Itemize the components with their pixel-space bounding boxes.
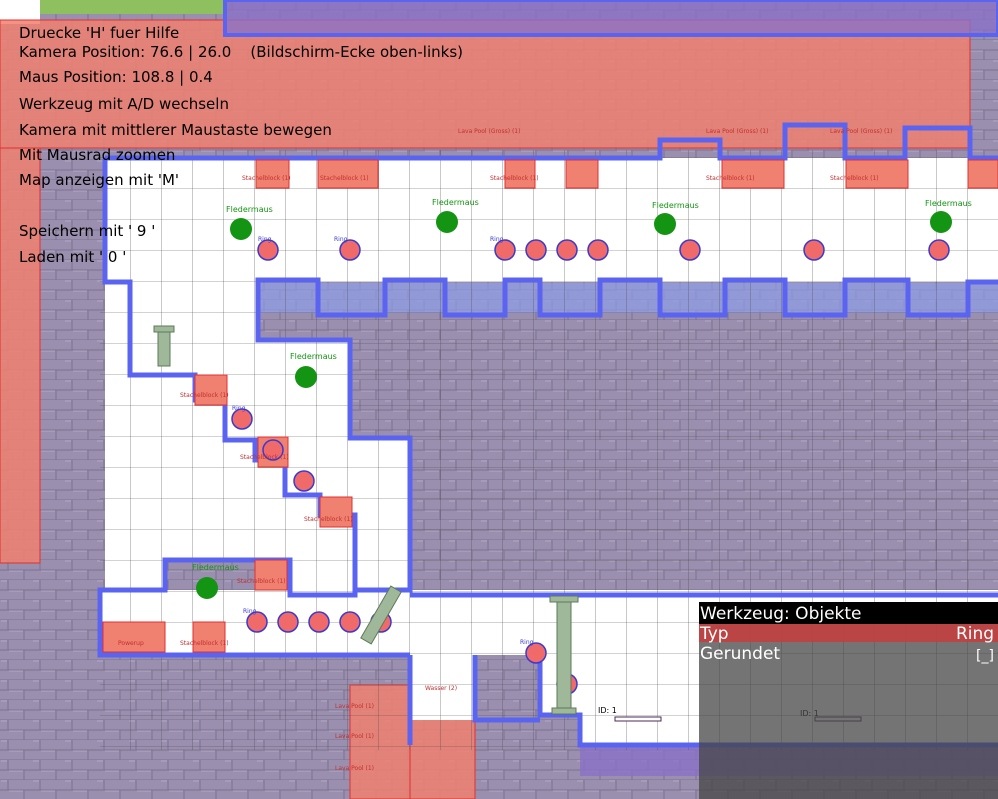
svg-text:Ring: Ring [243, 608, 257, 615]
ring [257, 239, 279, 261]
svg-text:Stachelblock (1): Stachelblock (1) [237, 578, 286, 585]
bat-enemy [930, 211, 952, 233]
svg-text:Stachelblock (1): Stachelblock (1) [320, 175, 369, 182]
svg-text:Fledermaus: Fledermaus [432, 198, 479, 207]
ring [494, 239, 516, 261]
ring [339, 239, 361, 261]
svg-text:Lava Pool (1): Lava Pool (1) [335, 733, 374, 740]
svg-text:Stachelblock (1): Stachelblock (1) [304, 516, 353, 523]
ring [293, 470, 315, 492]
hud-load: Laden mit ' 0 ' [19, 248, 127, 266]
svg-text:Lava Pool (1): Lava Pool (1) [335, 703, 374, 710]
svg-text:Stachelblock (1): Stachelblock (1) [706, 175, 755, 182]
svg-text:Stachelblock (1): Stachelblock (1) [240, 454, 289, 461]
tool-panel-title: Werkzeug: Objekte [700, 604, 862, 624]
svg-text:Fledermaus: Fledermaus [925, 199, 972, 208]
tool-rounded-label: Gerundet [700, 644, 781, 664]
ring [525, 642, 547, 664]
hud-tool-switch: Werkzeug mit A/D wechseln [19, 95, 229, 113]
svg-text:Wasser (2): Wasser (2) [425, 685, 457, 692]
svg-text:Stachelblock (1): Stachelblock (1) [242, 175, 291, 182]
tool-type-value[interactable]: Ring [956, 624, 994, 644]
hud-camera-move: Kamera mit mittlerer Maustaste bewegen [19, 121, 332, 139]
svg-text:Ring: Ring [258, 236, 272, 243]
svg-text:Stachelblock (1): Stachelblock (1) [490, 175, 539, 182]
hud-save: Speichern mit ' 9 ' [19, 222, 156, 240]
hud-mouse-position: Maus Position: 108.8 | 0.4 [19, 68, 213, 86]
ring [308, 611, 330, 633]
hud-map: Map anzeigen mit 'M' [19, 171, 180, 189]
svg-text:Lava Pool (1): Lava Pool (1) [335, 765, 374, 772]
tool-type-row[interactable] [699, 624, 998, 642]
svg-text:Ring: Ring [520, 639, 534, 646]
bat-enemy [436, 211, 458, 233]
svg-text:Stachelblock (1): Stachelblock (1) [180, 392, 229, 399]
svg-text:Ring: Ring [334, 236, 348, 243]
svg-text:Fledermaus: Fledermaus [290, 352, 337, 361]
svg-text:ID: 1: ID: 1 [598, 706, 617, 715]
tool-rounded-checkbox[interactable]: [_] [976, 646, 994, 666]
hud-camera-position: Kamera Position: 76.6 | 26.0 (Bildschirm… [19, 43, 463, 61]
svg-text:Stachelblock (1): Stachelblock (1) [180, 640, 229, 647]
ring [525, 239, 547, 261]
bat-enemy [230, 218, 252, 240]
ring [587, 239, 609, 261]
ring [339, 611, 361, 633]
svg-text:Ring: Ring [490, 236, 504, 243]
svg-text:Fledermaus: Fledermaus [226, 205, 273, 214]
bat-enemy [654, 213, 676, 235]
bat-enemy [295, 366, 317, 388]
svg-text:Fledermaus: Fledermaus [652, 201, 699, 210]
svg-text:Ring: Ring [232, 405, 246, 412]
bat-enemy [196, 577, 218, 599]
svg-text:Lava Pool (Gross) (1): Lava Pool (Gross) (1) [830, 128, 892, 135]
svg-text:Powerup: Powerup [118, 640, 144, 647]
svg-text:Fledermaus: Fledermaus [192, 563, 239, 572]
grass-strip [40, 0, 225, 14]
hud-zoom: Mit Mausrad zoomen [19, 146, 176, 164]
svg-text:Lava Pool (Gross) (1): Lava Pool (Gross) (1) [458, 128, 520, 135]
ring [928, 239, 950, 261]
ring [246, 611, 268, 633]
ring [679, 239, 701, 261]
tool-type-label: Typ [700, 624, 729, 644]
svg-text:Stachelblock (1): Stachelblock (1) [830, 175, 879, 182]
hud-help: Druecke 'H' fuer Hilfe [19, 24, 180, 42]
ring [277, 611, 299, 633]
svg-text:Lava Pool (Gross) (1): Lava Pool (Gross) (1) [706, 128, 768, 135]
ring [556, 239, 578, 261]
ring [231, 408, 253, 430]
ring [803, 239, 825, 261]
purple-water-top [223, 0, 998, 37]
